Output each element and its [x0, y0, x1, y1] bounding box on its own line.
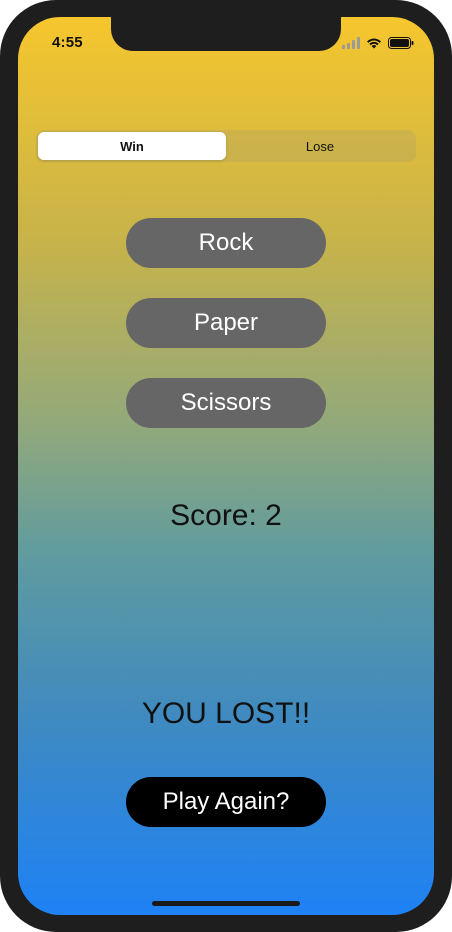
- status-icons: [342, 36, 414, 54]
- rock-button[interactable]: Rock: [126, 218, 326, 268]
- mode-segmented-control: Win Lose: [36, 130, 416, 162]
- status-time: 4:55: [52, 34, 83, 51]
- battery-icon: [388, 36, 414, 54]
- wifi-icon: [366, 36, 382, 54]
- play-again-button[interactable]: Play Again?: [126, 777, 326, 827]
- device-notch: [111, 17, 341, 51]
- segment-win[interactable]: Win: [38, 132, 226, 160]
- score-label: Score: 2: [170, 499, 282, 532]
- app-screen: 4:55 Win Lose Rock Paper Scissors Score:…: [18, 17, 434, 915]
- segment-lose[interactable]: Lose: [226, 132, 414, 160]
- phone-frame: 4:55 Win Lose Rock Paper Scissors Score:…: [0, 0, 452, 932]
- scissors-button[interactable]: Scissors: [126, 378, 326, 428]
- home-indicator[interactable]: [152, 901, 300, 906]
- paper-button[interactable]: Paper: [126, 298, 326, 348]
- result-label: YOU LOST!!: [141, 697, 311, 730]
- signal-icon: [342, 36, 360, 54]
